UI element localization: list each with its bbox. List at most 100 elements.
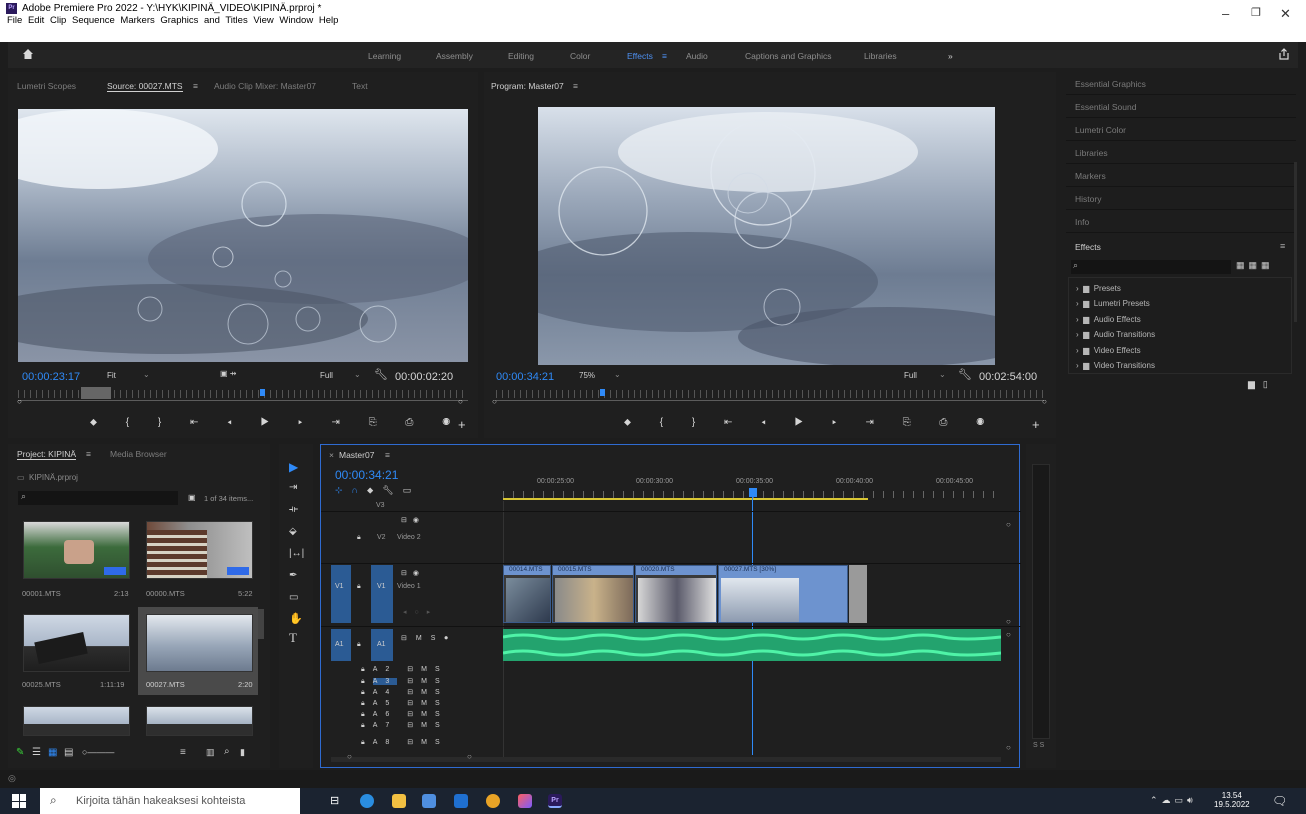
panel-lumetri-color[interactable]: Lumetri Color	[1066, 118, 1296, 141]
track-scroll-handle[interactable]: ○	[1006, 520, 1011, 529]
sort-icon[interactable]: ≡	[180, 747, 186, 758]
find-icon[interactable]: ⌕	[224, 746, 230, 757]
source-zoom-end-handle[interactable]: ○	[458, 397, 463, 406]
edge-icon[interactable]	[360, 794, 374, 808]
project-scrollbar[interactable]	[258, 609, 264, 639]
thumbnail-size-slider-icon[interactable]: ○———	[82, 747, 114, 757]
workspace-assembly[interactable]: Assembly	[436, 51, 473, 61]
program-playhead[interactable]	[600, 389, 605, 396]
more-workspaces-icon[interactable]: »	[948, 51, 953, 61]
photos-icon[interactable]	[518, 794, 532, 808]
thumbnail-item-5[interactable]	[23, 706, 130, 736]
track-a2-controls[interactable]: 🔒︎A2 ⊟MS	[361, 665, 448, 674]
write-mode-icon[interactable]: ✎	[16, 747, 24, 758]
track-v2-label[interactable]: V2	[377, 534, 386, 541]
home-icon[interactable]	[22, 48, 34, 60]
bin-icon[interactable]: ▣	[188, 493, 196, 502]
menu-markers[interactable]: Markers	[120, 15, 154, 26]
safe-margins-icon[interactable]: ▣ ⇸	[220, 369, 236, 378]
restore-icon[interactable]: ❐	[1251, 6, 1261, 19]
thumbnail-item-6[interactable]	[146, 706, 253, 736]
timeline-close-icon[interactable]: ×	[329, 450, 334, 460]
slip-tool-icon[interactable]: |↔|	[289, 548, 304, 559]
fit-chevron-icon[interactable]: ⌄	[143, 370, 150, 379]
panel-history[interactable]: History	[1066, 187, 1296, 210]
tab-project[interactable]: Project: KIPINÄ	[17, 449, 77, 460]
chrome-icon[interactable]	[486, 794, 500, 808]
video-clip[interactable]: 00027.MTS [30%]	[718, 565, 848, 623]
source-zoom-start-handle[interactable]: ○	[17, 397, 22, 406]
workspace-audio[interactable]: Audio	[686, 51, 708, 61]
track-a7-label[interactable]: A7	[373, 722, 398, 729]
track-scroll-handle[interactable]: ○	[1006, 743, 1011, 752]
thumbnail-00000[interactable]	[146, 521, 253, 579]
effects-item-audio-effects[interactable]: › ▆ Audio Effects	[1076, 315, 1141, 324]
program-transport-controls[interactable]: ⬥ { } ⇤ ◂ ▶ ▸ ⇥ ⎘ ⎙ ◉	[624, 417, 997, 428]
tab-text[interactable]: Text	[352, 81, 368, 91]
type-tool-icon[interactable]: T	[289, 630, 297, 646]
selection-tool-icon[interactable]: ▶	[289, 460, 298, 474]
effects-filter-icons[interactable]: ▦▦▦	[1236, 260, 1274, 271]
track-v3-label[interactable]: V3	[376, 502, 385, 509]
timeline-timecode[interactable]: 00:00:34:21	[335, 468, 398, 482]
notifications-icon[interactable]: 🗨︎	[1272, 794, 1287, 808]
list-view-icon[interactable]: ☰	[32, 747, 41, 758]
premiere-taskbar-icon[interactable]: Pr	[548, 794, 562, 808]
program-playhead-timecode[interactable]: 00:00:34:21	[496, 371, 554, 383]
work-area-bar[interactable]	[503, 498, 868, 500]
source-panel-menu-icon[interactable]: ≡	[193, 81, 198, 91]
timeline-zoom-end-handle[interactable]: ○	[467, 752, 472, 761]
project-panel-menu-icon[interactable]: ≡	[86, 449, 91, 459]
right-panel-scrollbar[interactable]	[1294, 162, 1297, 322]
source-patch-v1[interactable]	[331, 565, 351, 623]
menu-edit[interactable]: Edit	[28, 15, 44, 26]
track-a6-label[interactable]: A6	[373, 711, 398, 718]
panel-info[interactable]: Info	[1066, 210, 1296, 233]
track-v1-label[interactable]: V1	[377, 583, 386, 590]
program-add-button-icon[interactable]: +	[1032, 417, 1040, 432]
menu-help[interactable]: Help	[319, 15, 339, 26]
effects-item-video-effects[interactable]: › ▆ Video Effects	[1076, 346, 1141, 355]
audio-clip-a1[interactable]	[502, 629, 1002, 661]
new-bin-and-delete-icons[interactable]: ▆▯	[1248, 379, 1276, 390]
tab-source[interactable]: Source: 00027.MTS	[107, 81, 183, 92]
source-fit-dropdown[interactable]: Fit	[107, 371, 116, 380]
automate-to-sequence-icon[interactable]: ▥	[206, 747, 215, 758]
track-a4-controls[interactable]: 🔒︎A4 ⊟MS	[361, 688, 448, 697]
v1-lock-icon[interactable]: 🔒︎	[357, 583, 361, 591]
track-a7-controls[interactable]: 🔒︎A7 ⊟MS	[361, 721, 448, 730]
track-target-v1[interactable]	[371, 565, 393, 623]
video-clip-gap[interactable]	[849, 565, 867, 623]
panel-essential-sound[interactable]: Essential Sound	[1066, 95, 1296, 118]
source-playhead-timecode[interactable]: 00:00:23:17	[22, 371, 80, 383]
program-quality-chevron-icon[interactable]: ⌄	[939, 370, 946, 379]
panel-markers[interactable]: Markers	[1066, 164, 1296, 187]
tab-sequence[interactable]: Master07	[339, 450, 374, 460]
program-zoom-end-handle[interactable]: ○	[1042, 397, 1047, 406]
razor-tool-icon[interactable]: ⬙	[289, 526, 297, 537]
task-view-icon[interactable]: ⊟	[330, 794, 339, 807]
program-panel-menu-icon[interactable]: ≡	[573, 81, 578, 91]
effects-item-audio-transitions[interactable]: › ▆ Audio Transitions	[1076, 330, 1155, 339]
timeline-toolbar-icons[interactable]: ⊹∩⬥🔧︎▭	[335, 485, 420, 496]
menu-clip[interactable]: Clip	[50, 15, 66, 26]
panel-libraries[interactable]: Libraries	[1066, 141, 1296, 164]
timeline-zoom-scrollbar[interactable]	[331, 757, 1001, 762]
freeform-view-icon[interactable]: ▤	[64, 747, 73, 758]
effects-panel-title[interactable]: Effects	[1075, 242, 1101, 252]
video-clip[interactable]: 00020.MTS	[635, 565, 717, 623]
track-a5-controls[interactable]: 🔒︎A5 ⊟MS	[361, 699, 448, 708]
timeline-zoom-start-handle[interactable]: ○	[347, 752, 352, 761]
track-a5-label[interactable]: A5	[373, 700, 398, 707]
thumbnail-00025[interactable]	[23, 614, 130, 672]
menu-window[interactable]: Window	[279, 15, 313, 26]
source-transport-controls[interactable]: ⬥ { } ⇤ ◂ ▶ ▸ ⇥ ⎘ ⎙ ◉	[90, 417, 463, 428]
track-a3-label[interactable]: A3	[372, 678, 398, 685]
track-scroll-handle[interactable]: ○	[1006, 617, 1011, 626]
meter-solo-buttons[interactable]: SS	[1033, 742, 1046, 749]
source-quality-dropdown[interactable]: Full	[320, 371, 333, 380]
program-settings-wrench-icon[interactable]: 🔧︎	[958, 368, 972, 381]
program-quality-dropdown[interactable]: Full	[904, 371, 917, 380]
program-time-ruler[interactable]	[496, 390, 1044, 398]
track-a3-controls[interactable]: 🔒︎A3 ⊟MS	[361, 677, 448, 686]
